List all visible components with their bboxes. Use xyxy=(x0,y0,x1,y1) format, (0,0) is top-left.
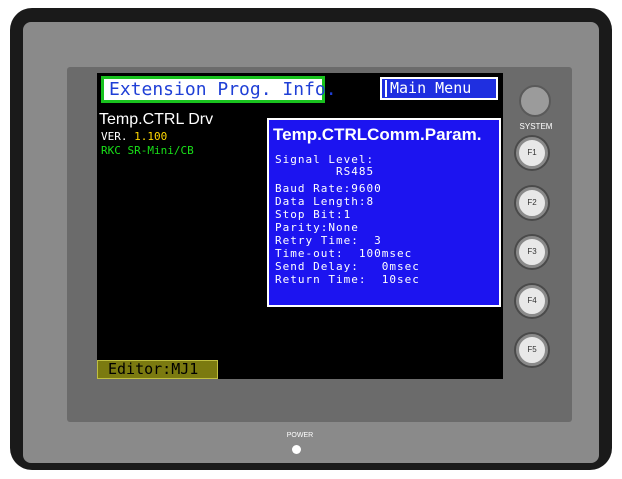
lcd-screen: Extension Prog. Info. Main Menu Temp.CTR… xyxy=(97,73,503,379)
param-send-delay: Send Delay: 0msec xyxy=(275,260,420,273)
param-retry-time: Retry Time: 3 xyxy=(275,234,382,247)
system-button[interactable] xyxy=(519,85,551,117)
version-line: VER. 1.100 xyxy=(101,130,167,143)
page-title: Extension Prog. Info. xyxy=(101,76,337,103)
param-time-out: Time-out: 100msec xyxy=(275,247,413,260)
model-name: RKC SR-Mini/CB xyxy=(101,144,194,157)
param-parity: Parity:None xyxy=(275,221,359,234)
driver-name: Temp.CTRL Drv xyxy=(99,111,214,128)
system-label: SYSTEM xyxy=(519,122,553,131)
param-panel-title: Temp.CTRLComm.Param. xyxy=(273,125,482,144)
param-baud-rate: Baud Rate:9600 xyxy=(275,182,382,195)
param-signal-value: RS485 xyxy=(275,165,375,178)
main-menu-button[interactable]: Main Menu xyxy=(380,77,498,100)
power-label: POWER xyxy=(286,432,314,439)
f2-button[interactable]: F2 xyxy=(516,187,548,219)
version-label: VER. xyxy=(101,130,128,143)
param-return-time: Return Time: 10sec xyxy=(275,273,420,286)
editor-status: Editor:MJ1 xyxy=(97,360,218,379)
comm-param-panel: Temp.CTRLComm.Param. Signal Level: RS485… xyxy=(267,118,501,307)
version-value: 1.100 xyxy=(134,130,168,143)
f4-button[interactable]: F4 xyxy=(516,285,548,317)
f5-button[interactable]: F5 xyxy=(516,334,548,366)
power-led-icon xyxy=(292,445,301,454)
f1-button[interactable]: F1 xyxy=(516,137,548,169)
param-data-length: Data Length:8 xyxy=(275,195,375,208)
param-stop-bit: Stop Bit:1 xyxy=(275,208,352,221)
f3-button[interactable]: F3 xyxy=(516,236,548,268)
